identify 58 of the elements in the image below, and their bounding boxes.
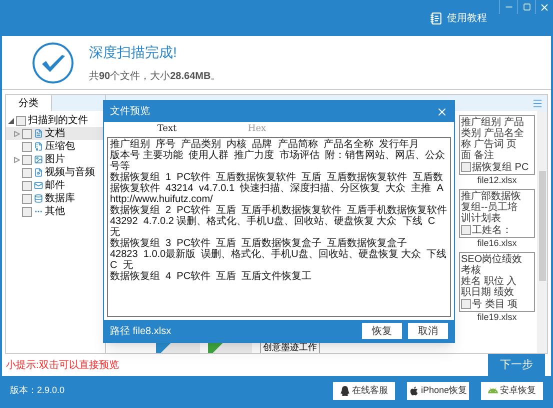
- tree-row[interactable]: 文档: [6, 127, 105, 140]
- thumbnail-text: 称 广告词 页: [461, 139, 518, 150]
- tree-item-label: 压缩包: [45, 140, 75, 154]
- file-name: file16.xlsx: [477, 238, 517, 249]
- thumbnail-text: 考核: [461, 265, 482, 276]
- thumbnail-text: 姓名 职位 入: [461, 276, 518, 287]
- tree-item-label: 视频与音频: [45, 166, 95, 180]
- thumbnail-text: 训计划表: [461, 213, 502, 224]
- tree-row[interactable]: 邮件: [6, 179, 105, 192]
- next-button[interactable]: 下一步: [488, 354, 545, 376]
- footer-button[interactable]: iPhone恢复: [407, 382, 469, 400]
- footer-button[interactable]: 在线客服: [333, 382, 395, 400]
- tree-item-label: 数据库: [45, 192, 75, 206]
- tree-item-label: 其他: [45, 204, 65, 219]
- file-name: file12.xlsx: [477, 175, 517, 186]
- tree-item-label: 图片: [45, 152, 65, 166]
- thumbnail-text: 类别 产品名全: [461, 128, 525, 139]
- scan-complete-title: 深度扫描完成!: [89, 42, 178, 62]
- thumbnail-text: SEO岗位绩效: [461, 254, 524, 265]
- preview-line: 数据恢复组 2 PC软件 互盾 互盾手机数据恢复软件 互盾手机数据恢复软件: [110, 205, 448, 216]
- tree-row[interactable]: 数据库: [6, 192, 105, 205]
- preview-line: 推广组别 序号 产品类别 内核 品牌 产品简称 产品名全称 发行年月: [110, 139, 420, 150]
- scan-summary: 共90个文件，大小28.64MB。: [89, 70, 221, 84]
- thumbnail-text: 推广部数据恢: [461, 191, 522, 202]
- thumbnail-text: 职日期 绩效: [461, 287, 515, 298]
- dialog-button[interactable]: 恢复: [362, 323, 402, 339]
- tree-row[interactable]: 压缩包: [6, 140, 105, 153]
- thumbnail-text: 据恢复组 PC: [472, 162, 529, 173]
- preview-line: 数据恢复组 4 PC软件 互盾 互盾文件恢复工: [110, 271, 313, 282]
- preview-line: http://www.huifutz.com/: [110, 194, 214, 205]
- view-tab[interactable]: Text: [122, 122, 212, 137]
- category-tab[interactable]: 分类: [6, 95, 52, 111]
- thumbnail-text: 复组--员工培: [461, 202, 519, 213]
- tree-row[interactable]: 其他: [6, 205, 105, 218]
- preview-line: 42823 1.0.0最新版 误删、格式化、手机U盘、回收站、硬盘恢复 大众 下线 C 无: [110, 249, 448, 271]
- preview-line: 43292 4.7.0.2 误删、格式化、手机U盘、回收站、硬盘恢复 大众 下线 C 无: [110, 216, 436, 238]
- version-text: 版本：2.9.0.0: [10, 384, 65, 398]
- thumbnail-text: 号 类目 项: [472, 299, 518, 310]
- preview-line: 版本号 主要功能 使用人群 推广力度 市场评估 附：销售网站、网店、公众号等: [110, 150, 446, 172]
- document-thumbnail[interactable]: 推广部数据恢 复组--员工培 训计划表 工姓名：: [459, 189, 535, 238]
- hint-text: 小提示:双击可以直接预览: [6, 358, 119, 372]
- tree-item-label: 邮件: [45, 178, 65, 192]
- dialog-button[interactable]: 取消: [408, 323, 448, 339]
- thumbnail-text: 工姓名：: [472, 225, 512, 236]
- tree-row[interactable]: 视频与音频: [6, 166, 105, 179]
- file-path: 路径 file8.xlsx: [110, 324, 172, 338]
- help-button[interactable]: 使用教程: [430, 11, 487, 26]
- file-name: file19.xlsx: [477, 312, 517, 323]
- thumbnail-text: 推广组别 产品: [461, 117, 525, 128]
- thumbnail-text: 面 备注: [461, 150, 495, 161]
- tree-item-label: 文档: [45, 126, 65, 140]
- document-thumbnail[interactable]: 推广组别 产品 类别 产品名全 称 广告词 页 面 备注 据恢复组 PC: [459, 115, 535, 175]
- document-thumbnail[interactable]: SEO岗位绩效 考核 姓名 职位 入 职日期 绩效 号 类目 项: [459, 252, 535, 312]
- tree-row[interactable]: 图片: [6, 153, 105, 166]
- tree-item[interactable]: 扫描到的文件: [28, 113, 88, 128]
- preview-line: 数据恢复组 3 PC软件 互盾 互盾数据恢复盒子 互盾数据恢复盒子: [110, 238, 408, 249]
- footer-button[interactable]: 安卓恢复: [481, 382, 543, 400]
- dialog-title: 文件预览: [110, 104, 150, 119]
